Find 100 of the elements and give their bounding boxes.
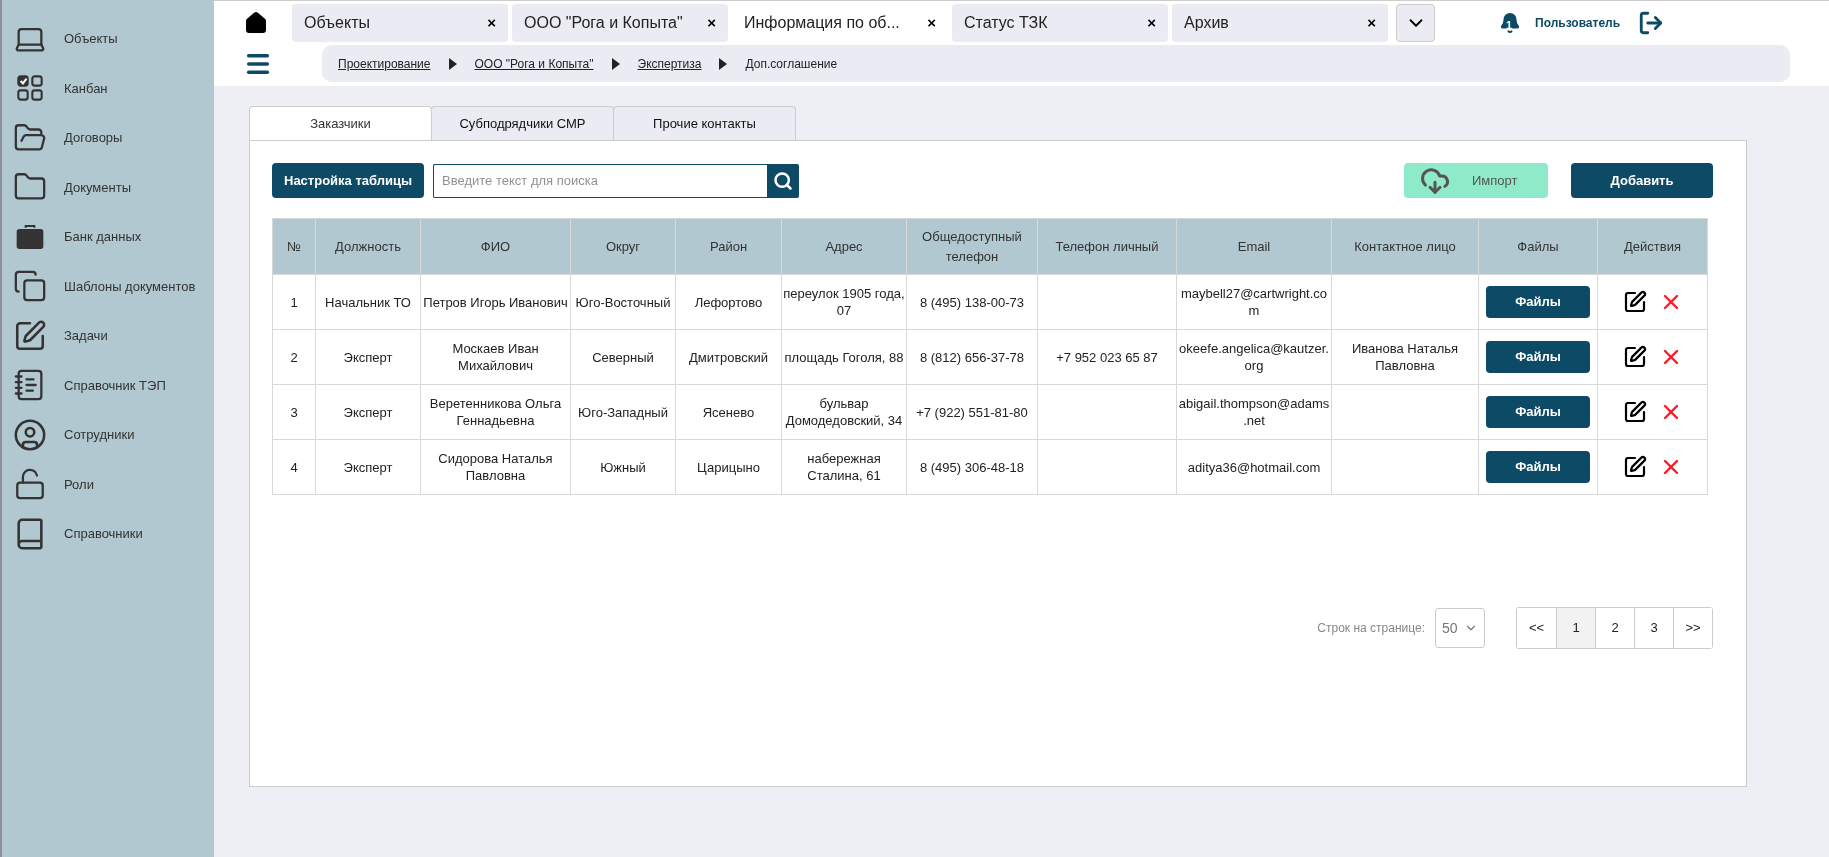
column-header: Email <box>1176 218 1332 275</box>
table-cell: 2 <box>290 349 298 365</box>
table-cell: Царицыно <box>697 459 760 475</box>
close-icon[interactable]: × <box>1367 12 1376 35</box>
edit-icon[interactable] <box>1622 290 1647 314</box>
user-name[interactable]: Пользователь <box>1535 14 1621 33</box>
column-header: Телефон личный <box>1037 218 1177 275</box>
breadcrumb-link[interactable]: Экспертиза <box>637 54 702 73</box>
search-field[interactable]: Введите текст для поиска <box>433 163 768 198</box>
table-cell: Эксперт <box>343 459 393 475</box>
unlocked-icon <box>13 467 47 502</box>
copy-icon <box>13 269 47 304</box>
column-header: Общедоступный телефон <box>906 218 1038 275</box>
table-cell: okeefe.angelica@kautzer.org <box>1179 341 1329 373</box>
rows-per-page-select[interactable]: 50 <box>1435 608 1485 648</box>
chevron-right-icon <box>719 57 728 70</box>
cloud-download-icon <box>1418 165 1452 196</box>
table-cell: Ясенево <box>702 404 755 420</box>
import-button[interactable]: Импорт <box>1404 163 1548 198</box>
add-button[interactable]: Добавить <box>1571 163 1713 198</box>
table-cell: Юго-Западный <box>578 404 668 420</box>
table-cell: abigail.thompson@adams.net <box>1178 396 1330 428</box>
tab[interactable]: Объекты × <box>292 4 508 43</box>
page-button[interactable]: 1 <box>1556 608 1595 648</box>
table-cell: Сидорова Наталья Павловна <box>438 451 553 483</box>
close-icon[interactable]: × <box>487 12 496 35</box>
files-button[interactable]: Файлы <box>1486 341 1590 373</box>
files-button[interactable]: Файлы <box>1486 451 1590 483</box>
files-button[interactable]: Файлы <box>1486 286 1590 318</box>
user-icon <box>13 417 47 452</box>
table-cell: Северный <box>592 349 654 365</box>
files-button[interactable]: Файлы <box>1486 396 1590 428</box>
table-cell: Петров Игорь Иванович <box>423 294 568 310</box>
chevron-right-icon <box>611 57 620 70</box>
breadcrumb-link[interactable]: Проектирование <box>338 54 431 73</box>
column-header: Округ <box>570 218 676 275</box>
table-cell: Эксперт <box>343 404 393 420</box>
sidebar-item[interactable]: Объекты <box>2 14 214 64</box>
table-cell: Веретенникова Ольга Геннадьевна <box>429 396 562 428</box>
tab[interactable]: Прочие контакты <box>613 106 796 140</box>
close-icon[interactable]: × <box>707 12 716 35</box>
tab[interactable]: Заказчики <box>249 106 432 140</box>
table-cell: Южный <box>600 459 646 475</box>
table-cell: Лефортово <box>694 294 763 310</box>
notification-count: 1 <box>1506 18 1513 34</box>
column-header: Должность <box>315 218 421 275</box>
edit-icon <box>13 318 47 353</box>
edit-icon[interactable] <box>1622 455 1647 479</box>
tab[interactable]: ООО "Рога и Копыта" × <box>512 4 728 43</box>
table-cell: набережная Сталина, 61 <box>807 451 881 483</box>
tabs-dropdown-button[interactable] <box>1396 4 1435 43</box>
column-header: Действия <box>1597 218 1708 275</box>
table-cell: Юго-Восточный <box>575 294 671 310</box>
table-cell: maybell27@cartwright.com <box>1180 286 1328 318</box>
sidebar-item[interactable]: Справочник ТЭП <box>2 360 214 410</box>
sidebar-item[interactable]: Сотрудники <box>2 410 214 460</box>
column-header: Район <box>675 218 782 275</box>
sidebar-item[interactable]: Документы <box>2 162 214 212</box>
home-icon[interactable] <box>244 11 268 36</box>
sidebar-item[interactable]: Банк данных <box>2 212 214 262</box>
sidebar-item[interactable]: Канбан <box>2 63 214 113</box>
sidebar-item[interactable]: Роли <box>2 459 214 509</box>
rows-per-page-label: Строк на странице: <box>1317 620 1425 637</box>
column-header: Адрес <box>781 218 907 275</box>
search-icon <box>773 170 794 191</box>
table-cell: 8 (812) 656-37-78 <box>919 349 1025 365</box>
page-button[interactable]: >> <box>1673 608 1712 648</box>
sidebar-item[interactable]: Справочники <box>2 509 214 559</box>
table-cell: Начальник ТО <box>325 294 411 310</box>
table-cell: +7 (922) 551-81-80 <box>916 404 1028 420</box>
logout-icon[interactable] <box>1638 10 1665 37</box>
column-header: № <box>272 218 316 275</box>
column-header: Контактное лицо <box>1331 218 1479 275</box>
table-settings-button[interactable]: Настройка таблицы <box>272 163 425 198</box>
close-icon[interactable]: × <box>927 12 936 35</box>
table-cell: 4 <box>290 459 298 475</box>
table-cell: площадь Гоголя, 88 <box>784 349 904 365</box>
table-cell: aditya36@hotmail.com <box>1187 459 1321 475</box>
table-cell: 8 (495) 306-48-18 <box>919 459 1025 475</box>
column-header: Файлы <box>1478 218 1598 275</box>
close-icon[interactable]: × <box>1147 12 1156 35</box>
column-header: ФИО <box>420 218 571 275</box>
table-cell: +7 952 023 65 87 <box>1056 349 1158 365</box>
edit-icon[interactable] <box>1622 345 1647 369</box>
sidebar-item[interactable]: Задачи <box>2 311 214 361</box>
tab[interactable]: Статус ТЗК × <box>952 4 1168 43</box>
chevron-right-icon <box>448 57 457 70</box>
sidebar-item[interactable]: Договоры <box>2 113 214 163</box>
table-cell: переулок 1905 года, 07 <box>783 286 905 318</box>
tab[interactable]: Архив × <box>1172 4 1388 43</box>
breadcrumb-link[interactable]: ООО "Рога и Копыта" <box>474 54 594 73</box>
table-cell: Дмитровский <box>689 349 768 365</box>
grid-icon <box>16 74 44 103</box>
table-cell: 1 <box>290 294 298 310</box>
table-cell: бульвар Домодедовский, 34 <box>785 396 903 428</box>
sidebar-item[interactable]: Шаблоны документов <box>2 261 214 311</box>
search-button[interactable] <box>767 163 800 198</box>
table-cell: Эксперт <box>343 349 393 365</box>
table-cell: 8 (495) 138-00-73 <box>919 294 1025 310</box>
edit-icon[interactable] <box>1622 400 1647 424</box>
